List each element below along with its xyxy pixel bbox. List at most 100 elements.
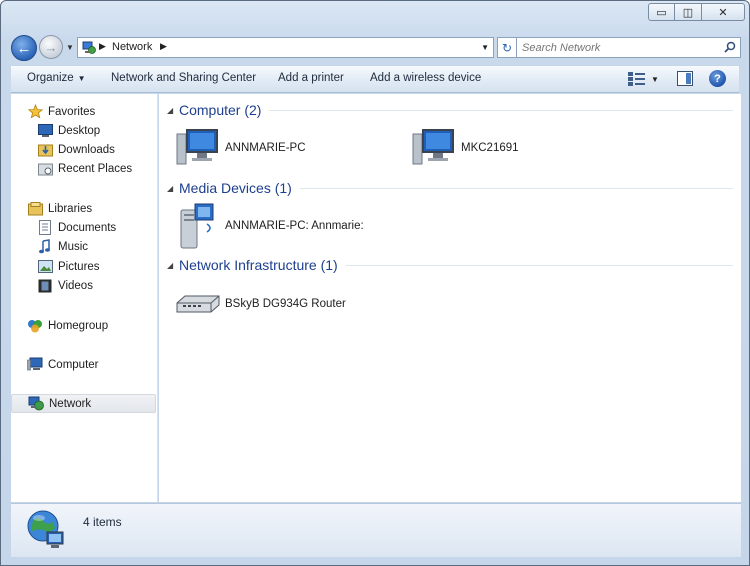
maximize-button[interactable]: ◫ bbox=[675, 3, 702, 21]
explorer-window: ▭ ◫ ✕ ← → ▼ ▶ Network ▶ ▼ ↻ Organi bbox=[0, 0, 750, 566]
router-icon bbox=[176, 295, 220, 313]
sidebar-label-computer: Computer bbox=[48, 358, 99, 371]
downloads-folder-icon bbox=[37, 142, 53, 158]
breadcrumb-network[interactable]: Network bbox=[112, 41, 152, 53]
breadcrumb-separator-end[interactable]: ▶ bbox=[160, 41, 167, 52]
preview-pane-button[interactable] bbox=[677, 71, 693, 86]
videos-film-icon bbox=[37, 278, 53, 294]
network-computer-item[interactable]: ANNMARIE-PC bbox=[175, 128, 306, 168]
organize-label: Organize bbox=[27, 72, 74, 84]
collapse-triangle-icon[interactable]: ◢ bbox=[167, 261, 179, 270]
pictures-icon bbox=[37, 259, 53, 275]
star-icon bbox=[27, 104, 43, 120]
close-icon: ✕ bbox=[718, 6, 728, 19]
view-options-dropdown[interactable]: ▼ bbox=[651, 75, 659, 84]
computer-icon bbox=[27, 357, 43, 373]
content-pane: ◢ Computer (2) ANNMARIE-PC MKC21691 ◢ Me… bbox=[159, 94, 741, 502]
refresh-icon: ↻ bbox=[501, 40, 513, 55]
collapse-triangle-icon[interactable]: ◢ bbox=[167, 106, 179, 115]
sidebar-item-libraries[interactable]: Libraries bbox=[11, 199, 156, 218]
sidebar-item-downloads[interactable]: Downloads bbox=[11, 140, 156, 159]
sidebar-label-recent-places: Recent Places bbox=[58, 162, 133, 175]
minimize-button[interactable]: ▭ bbox=[648, 3, 675, 21]
sidebar-label-documents: Documents bbox=[58, 221, 117, 234]
group-header-network-infrastructure[interactable]: ◢ Network Infrastructure (1) bbox=[167, 255, 733, 275]
refresh-button[interactable]: ↻ bbox=[497, 37, 517, 58]
breadcrumb-separator[interactable]: ▶ bbox=[99, 41, 106, 52]
sidebar-label-downloads: Downloads bbox=[58, 143, 115, 156]
group-divider bbox=[299, 187, 733, 189]
item-count: 4 items bbox=[83, 515, 122, 529]
address-dropdown[interactable]: ▼ bbox=[481, 43, 489, 52]
back-button[interactable]: ← bbox=[11, 35, 37, 61]
network-computer-item[interactable]: MKC21691 bbox=[411, 128, 519, 168]
forward-button[interactable]: → bbox=[39, 35, 63, 59]
recent-places-icon bbox=[37, 161, 53, 177]
item-label: MKC21691 bbox=[461, 142, 519, 154]
sidebar-label-network: Network bbox=[49, 397, 92, 410]
command-bar: Organize ▼ Network and Sharing Center Add… bbox=[11, 65, 739, 93]
minimize-icon: ▭ bbox=[656, 6, 667, 19]
sidebar-label-libraries: Libraries bbox=[48, 202, 93, 215]
navigation-pane: Favorites Desktop Downloads Recent Place… bbox=[11, 94, 158, 502]
group-divider bbox=[345, 264, 733, 266]
address-bar[interactable]: ▶ Network ▶ ▼ bbox=[77, 37, 494, 58]
details-pane: 4 items bbox=[11, 503, 741, 557]
group-title-network-infrastructure: Network Infrastructure (1) bbox=[179, 257, 338, 273]
search-input[interactable] bbox=[522, 39, 718, 57]
sidebar-item-documents[interactable]: Documents bbox=[11, 218, 156, 237]
arrow-right-icon: → bbox=[44, 39, 58, 55]
libraries-icon bbox=[27, 201, 43, 217]
window-bottom-border bbox=[1, 557, 749, 565]
recent-pages-dropdown[interactable]: ▼ bbox=[66, 43, 74, 52]
item-label: ANNMARIE-PC: Annmarie: bbox=[225, 220, 364, 232]
sidebar-item-music[interactable]: Music bbox=[11, 237, 156, 256]
sidebar-item-videos[interactable]: Videos bbox=[11, 276, 156, 295]
sidebar-label-favorites: Favorites bbox=[48, 105, 96, 118]
network-globe-icon bbox=[27, 510, 64, 548]
media-device-item[interactable]: ANNMARIE-PC: Annmarie: bbox=[177, 202, 364, 250]
sidebar-item-favorites[interactable]: Favorites bbox=[11, 102, 156, 121]
computer-icon bbox=[176, 129, 218, 165]
router-item[interactable]: BSkyB DG934G Router bbox=[175, 293, 346, 315]
close-button[interactable]: ✕ bbox=[702, 3, 745, 21]
sidebar-item-pictures[interactable]: Pictures bbox=[11, 257, 156, 276]
item-label: ANNMARIE-PC bbox=[225, 142, 306, 154]
documents-icon bbox=[37, 220, 53, 236]
sidebar-item-network[interactable]: Network bbox=[11, 394, 156, 413]
arrow-left-icon: ← bbox=[16, 39, 32, 57]
magnifier-icon[interactable] bbox=[724, 41, 736, 53]
question-icon: ? bbox=[714, 72, 721, 85]
search-box[interactable] bbox=[516, 37, 741, 58]
network-sharing-center-button[interactable]: Network and Sharing Center bbox=[111, 72, 256, 84]
sidebar-label-homegroup: Homegroup bbox=[48, 319, 109, 332]
sidebar-label-music: Music bbox=[58, 240, 89, 253]
group-header-computer[interactable]: ◢ Computer (2) bbox=[167, 100, 733, 120]
maximize-icon: ◫ bbox=[682, 6, 694, 19]
media-server-icon bbox=[180, 203, 214, 249]
group-title-media-devices: Media Devices (1) bbox=[179, 180, 292, 196]
organize-button[interactable]: Organize ▼ bbox=[27, 72, 86, 84]
sidebar-label-desktop: Desktop bbox=[58, 124, 101, 137]
group-divider bbox=[269, 109, 733, 111]
desktop-icon bbox=[37, 123, 53, 139]
sidebar-item-computer[interactable]: Computer bbox=[11, 355, 156, 374]
group-title-computer: Computer (2) bbox=[179, 102, 262, 118]
change-view-icon[interactable] bbox=[628, 72, 646, 86]
add-printer-button[interactable]: Add a printer bbox=[278, 72, 344, 84]
help-button[interactable]: ? bbox=[709, 70, 726, 87]
caption-buttons: ▭ ◫ ✕ bbox=[648, 3, 745, 21]
computer-icon bbox=[412, 129, 454, 165]
group-header-media-devices[interactable]: ◢ Media Devices (1) bbox=[167, 178, 733, 198]
sidebar-label-videos: Videos bbox=[58, 279, 93, 292]
network-icon bbox=[82, 41, 96, 54]
sidebar-label-pictures: Pictures bbox=[58, 260, 100, 273]
item-label: BSkyB DG934G Router bbox=[225, 298, 346, 310]
collapse-triangle-icon[interactable]: ◢ bbox=[167, 184, 179, 193]
sidebar-item-homegroup[interactable]: Homegroup bbox=[11, 316, 156, 335]
sidebar-item-recent-places[interactable]: Recent Places bbox=[11, 159, 156, 178]
music-note-icon bbox=[37, 239, 53, 255]
chevron-down-icon: ▼ bbox=[77, 74, 86, 83]
add-wireless-device-button[interactable]: Add a wireless device bbox=[370, 72, 481, 84]
sidebar-item-desktop[interactable]: Desktop bbox=[11, 121, 156, 140]
